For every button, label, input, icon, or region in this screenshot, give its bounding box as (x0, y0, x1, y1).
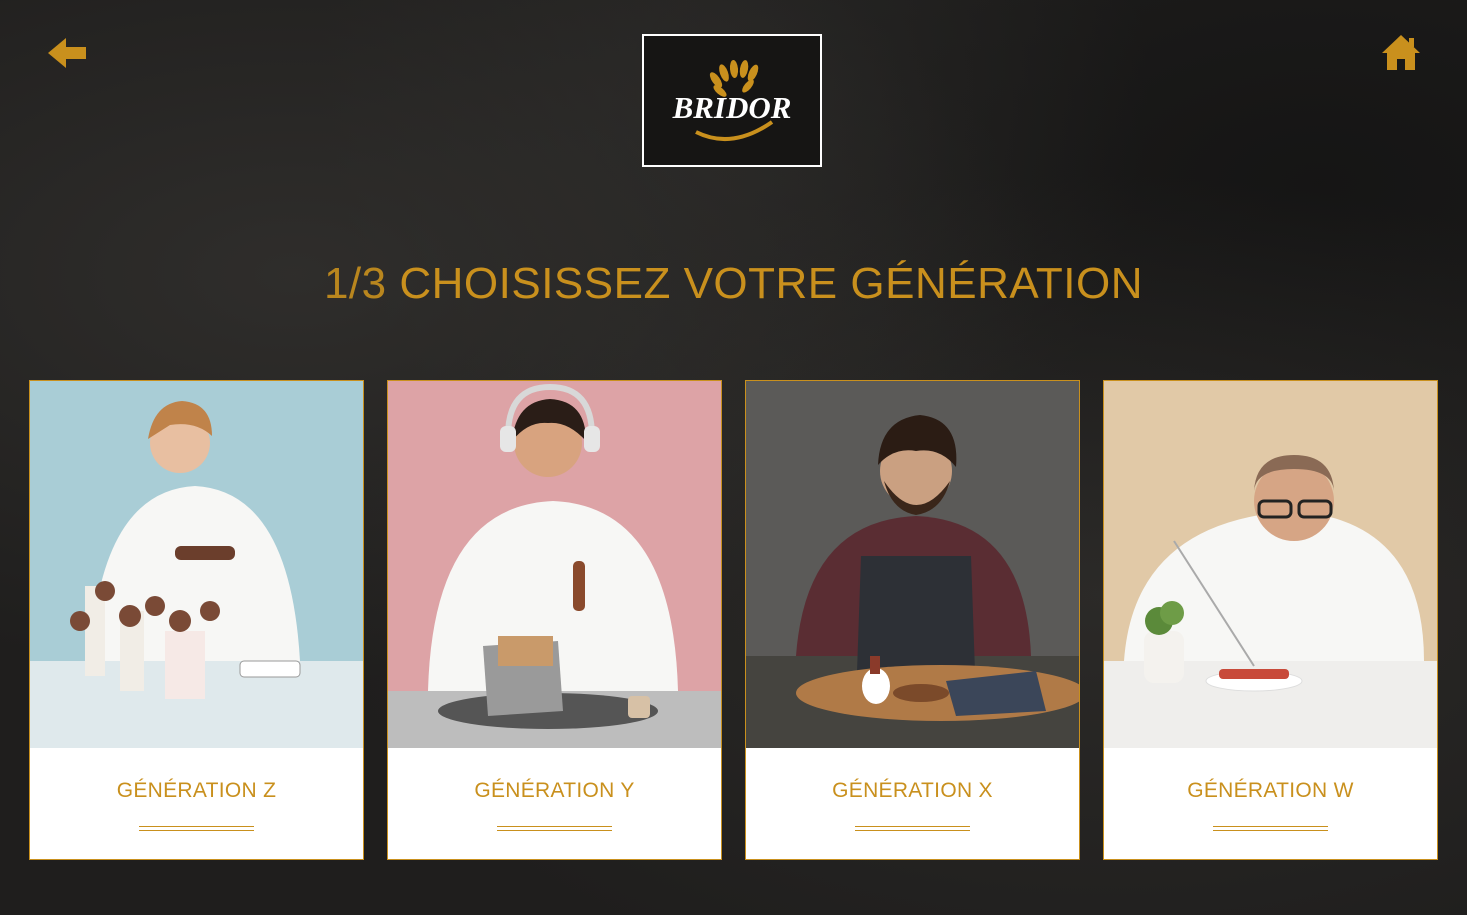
svg-text:BRIDOR: BRIDOR (672, 90, 792, 125)
card-divider (855, 826, 970, 831)
card-label: GÉNÉRATION X (832, 779, 993, 802)
card-label: GÉNÉRATION Z (116, 779, 277, 802)
generation-cards: GÉNÉRATION Z GÉNÉRATION Y GÉNÉRATION X G… (29, 380, 1438, 860)
card-label: GÉNÉRATION Y (474, 779, 635, 802)
card-label: GÉNÉRATION W (1187, 779, 1354, 802)
card-generation-z[interactable]: GÉNÉRATION Z (29, 380, 364, 860)
page-title: 1/3 CHOISISSEZ VOTRE GÉNÉRATION (0, 256, 1467, 312)
back-button[interactable] (44, 30, 90, 76)
chef-photo-generation-x (746, 381, 1079, 748)
arrow-left-icon (48, 38, 86, 68)
card-divider (1213, 826, 1328, 831)
chef-photo-generation-y (388, 381, 721, 748)
title-text: CHOISISSEZ VOTRE GÉNÉRATION (399, 259, 1144, 308)
home-icon (1382, 35, 1420, 70)
card-divider (139, 826, 254, 831)
home-button[interactable] (1378, 30, 1424, 76)
bridor-logo: BRIDOR (642, 34, 822, 167)
chef-photo-generation-w (1104, 381, 1437, 748)
card-generation-w[interactable]: GÉNÉRATION W (1103, 380, 1438, 860)
card-generation-y[interactable]: GÉNÉRATION Y (387, 380, 722, 860)
chef-photo-generation-z (30, 381, 363, 748)
card-generation-x[interactable]: GÉNÉRATION X (745, 380, 1080, 860)
card-divider (497, 826, 612, 831)
step-indicator: 1/3 (323, 259, 387, 308)
